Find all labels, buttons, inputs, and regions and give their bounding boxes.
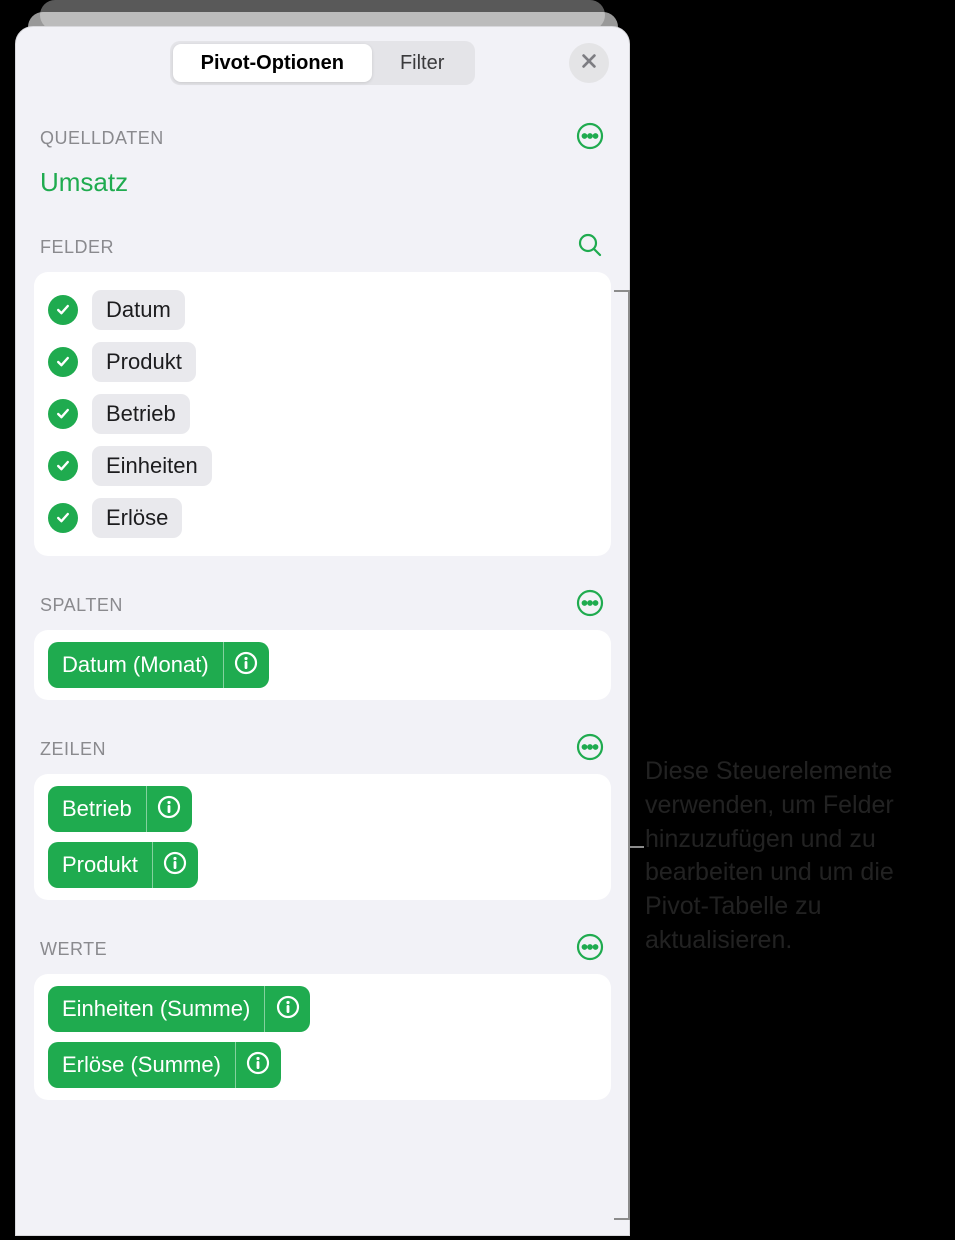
row-tag-info-button[interactable] bbox=[152, 842, 198, 888]
field-checkbox[interactable] bbox=[48, 399, 78, 429]
columns-list: Datum (Monat) bbox=[34, 630, 611, 700]
value-tag-info-button[interactable] bbox=[235, 1042, 281, 1088]
info-icon bbox=[156, 794, 182, 825]
close-icon bbox=[580, 52, 598, 75]
pivot-options-panel: Pivot-Optionen Filter QUELLDATEN bbox=[15, 26, 630, 1236]
search-icon bbox=[576, 231, 604, 264]
row-tag-betrieb[interactable]: Betrieb bbox=[48, 786, 192, 832]
info-icon bbox=[233, 650, 259, 681]
segmented-control: Pivot-Optionen Filter bbox=[170, 41, 476, 85]
section-rows-title: ZEILEN bbox=[40, 739, 106, 760]
more-icon bbox=[576, 122, 604, 155]
row-tag-produkt[interactable]: Produkt bbox=[48, 842, 198, 888]
column-tag-label: Datum (Monat) bbox=[48, 642, 223, 688]
field-item: Datum bbox=[48, 284, 597, 336]
field-item: Produkt bbox=[48, 336, 597, 388]
field-checkbox[interactable] bbox=[48, 295, 78, 325]
values-list: Einheiten (Summe) Erlöse (Summe) bbox=[34, 974, 611, 1100]
tab-pivot-options[interactable]: Pivot-Optionen bbox=[173, 44, 372, 82]
close-button[interactable] bbox=[569, 43, 609, 83]
source-data-name[interactable]: Umsatz bbox=[34, 153, 611, 198]
more-icon bbox=[576, 933, 604, 966]
source-more-button[interactable] bbox=[575, 123, 605, 153]
field-item: Betrieb bbox=[48, 388, 597, 440]
row-tag-label: Betrieb bbox=[48, 786, 146, 832]
section-columns-title: SPALTEN bbox=[40, 595, 123, 616]
value-tag-info-button[interactable] bbox=[264, 986, 310, 1032]
callout-text: Diese Steuerelemente verwenden, um Felde… bbox=[645, 755, 945, 958]
callout: Diese Steuerelemente verwenden, um Felde… bbox=[645, 755, 945, 958]
row-tag-info-button[interactable] bbox=[146, 786, 192, 832]
values-more-button[interactable] bbox=[575, 934, 605, 964]
field-chip-erloese[interactable]: Erlöse bbox=[92, 498, 182, 538]
section-fields-title: FELDER bbox=[40, 237, 114, 258]
info-icon bbox=[162, 850, 188, 881]
field-checkbox[interactable] bbox=[48, 451, 78, 481]
row-tag-label: Produkt bbox=[48, 842, 152, 888]
field-chip-betrieb[interactable]: Betrieb bbox=[92, 394, 190, 434]
field-checkbox[interactable] bbox=[48, 503, 78, 533]
value-tag-einheiten[interactable]: Einheiten (Summe) bbox=[48, 986, 310, 1032]
value-tag-label: Einheiten (Summe) bbox=[48, 986, 264, 1032]
more-icon bbox=[576, 589, 604, 622]
column-tag-info-button[interactable] bbox=[223, 642, 269, 688]
value-tag-label: Erlöse (Summe) bbox=[48, 1042, 235, 1088]
value-tag-erloese[interactable]: Erlöse (Summe) bbox=[48, 1042, 281, 1088]
rows-list: Betrieb Produkt bbox=[34, 774, 611, 900]
field-chip-datum[interactable]: Datum bbox=[92, 290, 185, 330]
field-chip-einheiten[interactable]: Einheiten bbox=[92, 446, 212, 486]
rows-more-button[interactable] bbox=[575, 734, 605, 764]
field-item: Einheiten bbox=[48, 440, 597, 492]
field-item: Erlöse bbox=[48, 492, 597, 544]
field-chip-produkt[interactable]: Produkt bbox=[92, 342, 196, 382]
more-icon bbox=[576, 733, 604, 766]
section-source-title: QUELLDATEN bbox=[40, 128, 164, 149]
info-icon bbox=[245, 1050, 271, 1081]
column-tag-datum-monat[interactable]: Datum (Monat) bbox=[48, 642, 269, 688]
fields-search-button[interactable] bbox=[575, 232, 605, 262]
section-values-title: WERTE bbox=[40, 939, 107, 960]
field-checkbox[interactable] bbox=[48, 347, 78, 377]
info-icon bbox=[275, 994, 301, 1025]
fields-list: Datum Produkt Betrieb Einheiten Erlöse bbox=[34, 272, 611, 556]
columns-more-button[interactable] bbox=[575, 590, 605, 620]
tab-filter[interactable]: Filter bbox=[372, 44, 472, 82]
callout-bracket bbox=[628, 290, 646, 1220]
